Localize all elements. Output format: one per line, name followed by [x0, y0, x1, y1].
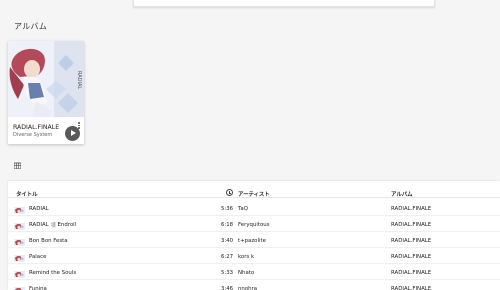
- track-title[interactable]: Bon Bon Festa: [29, 238, 68, 244]
- track-table: タイトル アーティスト アルバム RADIAL 5:36 TaQ RADIAL.FIN…: [8, 181, 500, 290]
- search-bar[interactable]: [133, 0, 435, 7]
- grid-view-icon[interactable]: [14, 162, 21, 169]
- track-duration: 5:36: [221, 206, 234, 212]
- clock-icon[interactable]: [226, 189, 233, 196]
- table-row[interactable]: Funina 3:46 nnohra RADIAL.FINALE: [8, 280, 500, 290]
- table-row[interactable]: RADIAL 5:36 TaQ RADIAL.FINALE: [8, 200, 500, 216]
- table-row[interactable]: RADIAL :|| Endroll 6:18 Feryquitous RADIAL.…: [8, 216, 500, 232]
- table-row[interactable]: Palace 6:27 kors k RADIAL.FINALE: [8, 248, 500, 264]
- table-row[interactable]: Bon Bon Festa 3:40 t+pazolite RADIAL.FINALE: [8, 232, 500, 248]
- track-thumbnail: [14, 203, 25, 214]
- track-duration: 6:27: [221, 254, 234, 260]
- header-title[interactable]: タイトル: [16, 190, 38, 198]
- track-thumbnail: [14, 219, 25, 230]
- album-card-title[interactable]: RADIAL.FINALE: [13, 124, 59, 131]
- table-row[interactable]: Remind the Souls 5:33 Nhato RADIAL.FINALE: [8, 264, 500, 280]
- track-duration: 3:40: [221, 238, 234, 244]
- section-title: アルバム: [14, 22, 48, 31]
- track-artist[interactable]: Nhato: [238, 270, 254, 276]
- header-album[interactable]: アルバム: [391, 190, 413, 198]
- album-card[interactable]: RADIAL RADIAL.FINALE Diverse System: [8, 41, 84, 144]
- track-album[interactable]: RADIAL.FINALE: [391, 206, 431, 212]
- track-album[interactable]: RADIAL.FINALE: [391, 286, 431, 290]
- track-title[interactable]: RADIAL: [29, 206, 49, 212]
- track-title[interactable]: Funina: [29, 286, 47, 290]
- track-title[interactable]: Remind the Souls: [29, 270, 76, 276]
- track-duration: 3:46: [221, 286, 234, 290]
- album-card-artist[interactable]: Diverse System: [13, 132, 52, 138]
- track-artist[interactable]: nnohra: [238, 286, 257, 290]
- track-artist[interactable]: t+pazolite: [238, 238, 266, 244]
- track-thumbnail: [14, 251, 25, 262]
- track-album[interactable]: RADIAL.FINALE: [391, 238, 431, 244]
- svg-text:RADIAL: RADIAL: [76, 71, 82, 89]
- header-artist[interactable]: アーティスト: [238, 190, 270, 198]
- track-artist[interactable]: Feryquitous: [238, 222, 270, 228]
- album-cover[interactable]: RADIAL: [8, 41, 84, 117]
- track-album[interactable]: RADIAL.FINALE: [391, 270, 431, 276]
- track-artist[interactable]: kors k: [238, 254, 254, 260]
- track-thumbnail: [14, 267, 25, 278]
- track-duration: 5:33: [221, 270, 234, 276]
- track-album[interactable]: RADIAL.FINALE: [391, 254, 431, 260]
- table-header: タイトル アーティスト アルバム: [8, 181, 500, 198]
- track-thumbnail: [14, 235, 25, 246]
- track-title[interactable]: Palace: [29, 254, 46, 260]
- app-bar-fragment: [0, 0, 24, 5]
- track-title[interactable]: RADIAL :|| Endroll: [29, 222, 76, 228]
- more-vert-icon[interactable]: [77, 122, 81, 131]
- track-album[interactable]: RADIAL.FINALE: [391, 222, 431, 228]
- track-artist[interactable]: TaQ: [238, 206, 248, 212]
- track-thumbnail: [14, 283, 25, 290]
- track-duration: 6:18: [221, 222, 234, 228]
